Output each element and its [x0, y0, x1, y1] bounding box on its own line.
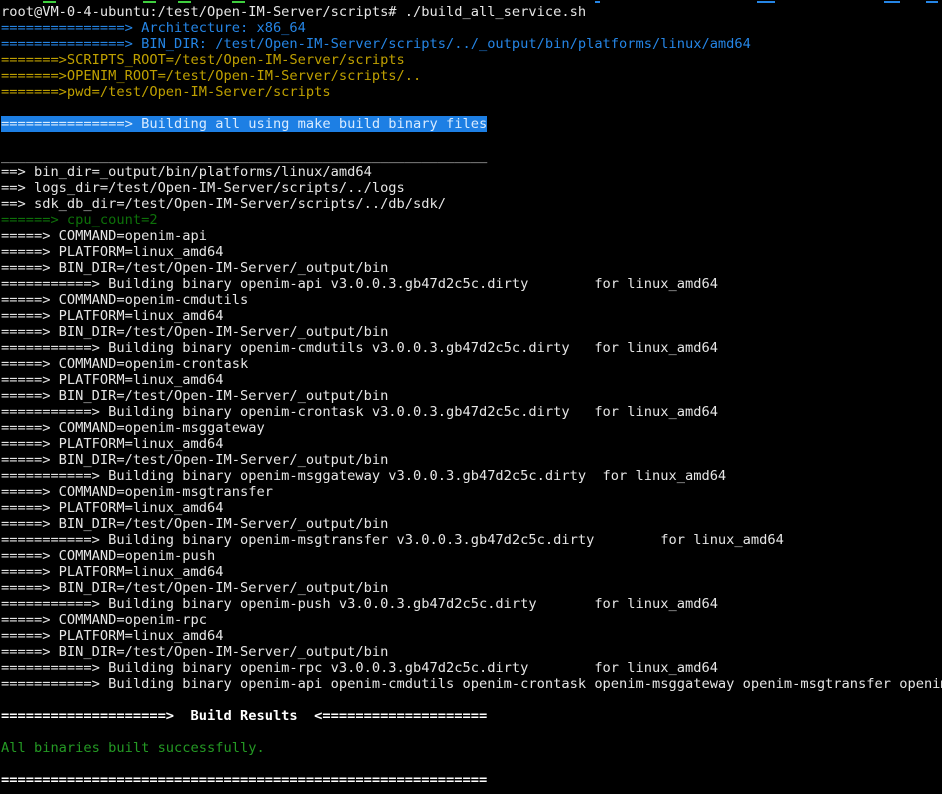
command-line: =====> COMMAND=openim-msgtransfer [1, 484, 942, 500]
platform-line: =====> PLATFORM=linux_amd64 [1, 628, 942, 644]
building-binary-line: ===========> Building binary openim-msgg… [1, 468, 942, 484]
clipped-text-fragment [595, 1, 600, 3]
clipped-text-fragment [143, 1, 156, 3]
command-line: =====> COMMAND=openim-push [1, 548, 942, 564]
command-line: =====> COMMAND=openim-rpc [1, 612, 942, 628]
pwd-line: =======>pwd=/test/Open-IM-Server/scripts [1, 84, 942, 100]
command-line: =====> COMMAND=openim-msggateway [1, 420, 942, 436]
clipped-previous-line [0, 0, 942, 4]
building-all-banner-line: ===============> Building all using make… [1, 116, 942, 132]
building-all-binaries-line: ===========> Building binary openim-api … [1, 676, 942, 692]
underscore-separator: ________________________________________… [1, 148, 942, 164]
platform-line: =====> PLATFORM=linux_amd64 [1, 500, 942, 516]
bin-dir-env-line: =====> BIN_DIR=/test/Open-IM-Server/_out… [1, 388, 942, 404]
command-line: =====> COMMAND=openim-api [1, 228, 942, 244]
clipped-text-fragment [43, 1, 56, 3]
clipped-text-fragment [926, 1, 938, 3]
build-results-header: ====================> Build Results <===… [1, 708, 942, 724]
bin-dir-env-line: =====> BIN_DIR=/test/Open-IM-Server/_out… [1, 516, 942, 532]
platform-line: =====> PLATFORM=linux_amd64 [1, 436, 942, 452]
clipped-text-fragment [884, 1, 900, 3]
bin-dir-env-line: =====> BIN_DIR=/test/Open-IM-Server/_out… [1, 324, 942, 340]
platform-line: =====> PLATFORM=linux_amd64 [1, 308, 942, 324]
clipped-text-fragment [757, 1, 775, 3]
platform-line: =====> PLATFORM=linux_amd64 [1, 564, 942, 580]
building-binary-line: ===========> Building binary openim-push… [1, 596, 942, 612]
scripts-root-line: =======>SCRIPTS_ROOT=/test/Open-IM-Serve… [1, 52, 942, 68]
building-binary-line: ===========> Building binary openim-msgt… [1, 532, 942, 548]
bin-dir-env-line: =====> BIN_DIR=/test/Open-IM-Server/_out… [1, 452, 942, 468]
shell-prompt-line: root@VM-0-4-ubuntu:/test/Open-IM-Server/… [1, 4, 942, 20]
command-line: =====> COMMAND=openim-crontask [1, 356, 942, 372]
build-success-message: All binaries built successfully. [1, 740, 942, 756]
building-binary-line: ===========> Building binary openim-rpc … [1, 660, 942, 676]
building-binary-line: ===========> Building binary openim-api … [1, 276, 942, 292]
make-sdk-db-dir-line: ==> sdk_db_dir=/test/Open-IM-Server/scri… [1, 196, 942, 212]
cpu-count-line: ======> cpu_count=2 [1, 212, 942, 228]
clipped-text-fragment [178, 1, 191, 3]
bin-dir-env-line: =====> BIN_DIR=/test/Open-IM-Server/_out… [1, 644, 942, 660]
clipped-text-fragment [232, 1, 245, 3]
blank-line [1, 788, 942, 794]
blank-line [1, 756, 942, 772]
architecture-line: ===============> Architecture: x86_64 [1, 20, 942, 36]
selected-text: ===============> Building all using make… [1, 116, 487, 132]
terminal-screen[interactable]: root@VM-0-4-ubuntu:/test/Open-IM-Server/… [0, 0, 942, 794]
make-bin-dir-line: ==> bin_dir=_output/bin/platforms/linux/… [1, 164, 942, 180]
equals-separator: ========================================… [1, 772, 942, 788]
openim-root-line: =======>OPENIM_ROOT=/test/Open-IM-Server… [1, 68, 942, 84]
building-binary-line: ===========> Building binary openim-cmdu… [1, 340, 942, 356]
platform-line: =====> PLATFORM=linux_amd64 [1, 244, 942, 260]
make-logs-dir-line: ==> logs_dir=/test/Open-IM-Server/script… [1, 180, 942, 196]
blank-line [1, 692, 942, 708]
command-line: =====> COMMAND=openim-cmdutils [1, 292, 942, 308]
blank-line [1, 132, 942, 148]
building-binary-line: ===========> Building binary openim-cron… [1, 404, 942, 420]
bin-dir-line: ===============> BIN_DIR: /test/Open-IM-… [1, 36, 942, 52]
bin-dir-env-line: =====> BIN_DIR=/test/Open-IM-Server/_out… [1, 580, 942, 596]
bin-dir-env-line: =====> BIN_DIR=/test/Open-IM-Server/_out… [1, 260, 942, 276]
blank-line [1, 100, 942, 116]
platform-line: =====> PLATFORM=linux_amd64 [1, 372, 942, 388]
blank-line [1, 724, 942, 740]
